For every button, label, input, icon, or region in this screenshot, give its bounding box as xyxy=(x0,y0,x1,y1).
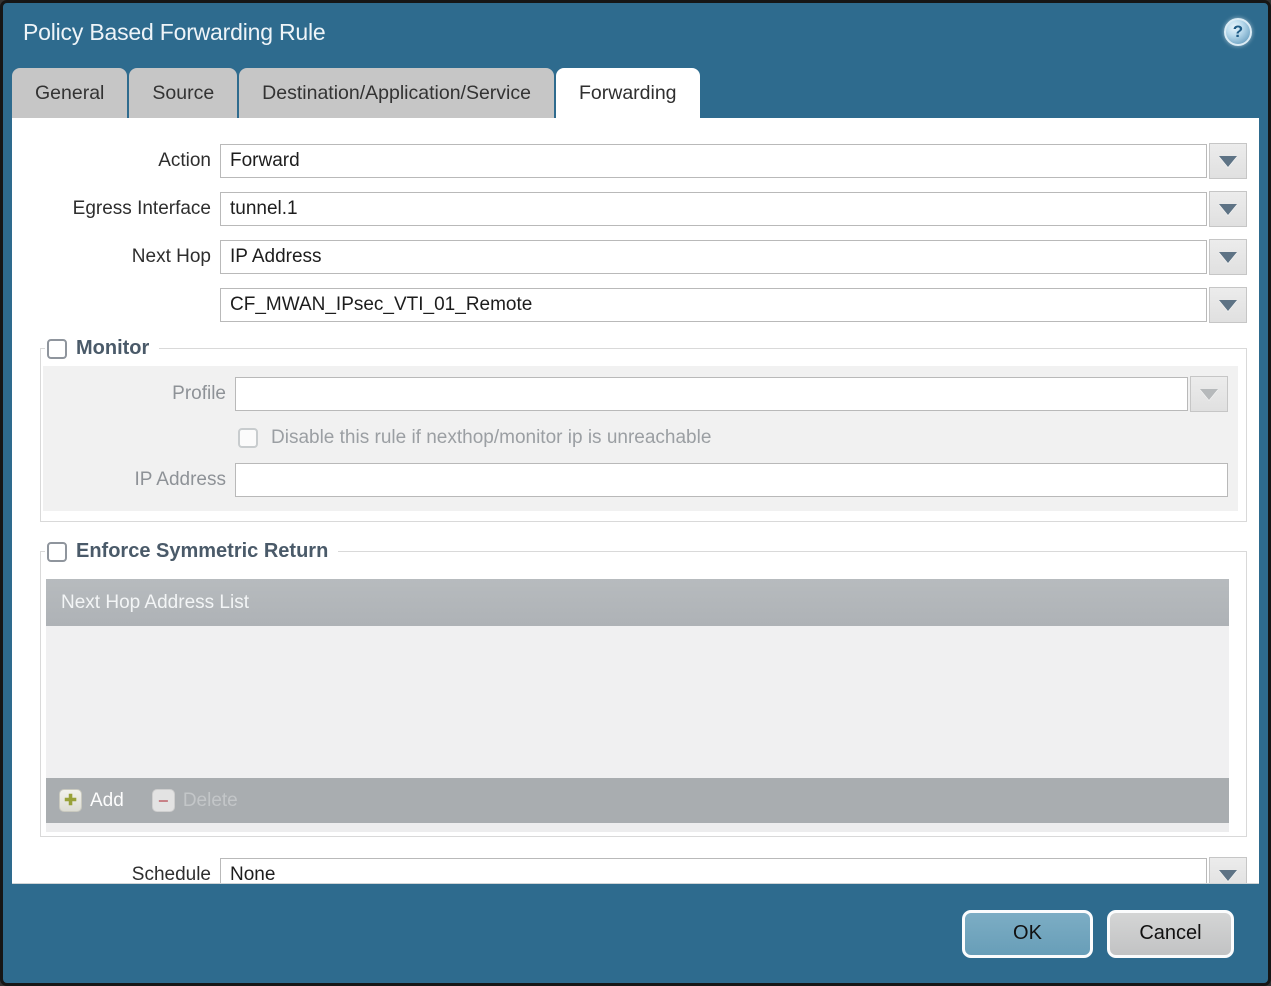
policy-based-forwarding-rule-dialog: Policy Based Forwarding Rule ? General S… xyxy=(0,0,1271,986)
next-hop-address-dropdown-button[interactable] xyxy=(1209,287,1247,323)
next-hop-address-input[interactable] xyxy=(220,288,1207,322)
disable-rule-label: Disable this rule if nexthop/monitor ip … xyxy=(271,427,712,448)
chevron-down-icon xyxy=(1219,155,1237,167)
next-hop-combo xyxy=(220,239,1247,275)
minus-icon: − xyxy=(151,789,175,812)
monitor-panel: Profile Disable this rule if nexthop/mon… xyxy=(43,366,1238,511)
action-dropdown-button[interactable] xyxy=(1209,143,1247,179)
egress-interface-label: Egress Interface xyxy=(72,198,211,219)
chevron-down-icon xyxy=(1219,299,1237,311)
egress-interface-combo xyxy=(220,191,1247,227)
delete-button-label: Delete xyxy=(182,789,238,811)
next-hop-address-combo xyxy=(220,287,1247,323)
add-button-label: Add xyxy=(90,789,124,811)
schedule-dropdown-button[interactable] xyxy=(1209,857,1247,883)
enforce-symmetric-return-legend: Enforce Symmetric Return xyxy=(45,540,338,563)
action-input[interactable] xyxy=(220,144,1207,178)
disable-rule-row: Disable this rule if nexthop/monitor ip … xyxy=(238,427,1228,449)
monitor-ip-address-row: IP Address xyxy=(43,463,1228,497)
help-glyph: ? xyxy=(1232,22,1244,41)
action-combo xyxy=(220,143,1247,179)
tab-forwarding[interactable]: Forwarding xyxy=(555,68,700,118)
dialog-title: Policy Based Forwarding Rule xyxy=(23,19,326,45)
chevron-down-icon xyxy=(1219,251,1237,263)
add-button[interactable]: ✚ Add xyxy=(59,789,124,812)
table-scrollbar-track xyxy=(46,823,1229,832)
next-hop-address-list-header: Next Hop Address List xyxy=(46,579,1229,626)
schedule-label: Schedule xyxy=(131,864,211,884)
enforce-symmetric-return-fieldset: Enforce Symmetric Return Next Hop Addres… xyxy=(40,540,1247,837)
action-label: Action xyxy=(158,150,211,171)
profile-row: Profile xyxy=(43,376,1228,412)
action-row: Action xyxy=(12,143,1247,179)
monitor-legend: Monitor xyxy=(45,337,159,360)
next-hop-dropdown-button[interactable] xyxy=(1209,239,1247,275)
egress-interface-input[interactable] xyxy=(220,192,1207,226)
ok-button[interactable]: OK xyxy=(962,909,1093,958)
monitor-ip-address-combo xyxy=(235,463,1228,497)
profile-dropdown-button xyxy=(1190,376,1228,412)
monitor-ip-address-label: IP Address xyxy=(134,469,226,490)
chevron-down-icon xyxy=(1200,388,1218,400)
egress-interface-dropdown-button[interactable] xyxy=(1209,191,1247,227)
dialog-titlebar: Policy Based Forwarding Rule ? xyxy=(3,3,1268,62)
next-hop-address-list-table: Next Hop Address List ✚ Add − Delete xyxy=(46,579,1229,823)
tab-destination-application-service[interactable]: Destination/Application/Service xyxy=(239,68,554,118)
monitor-checkbox[interactable] xyxy=(47,338,67,359)
next-hop-row: Next Hop xyxy=(12,239,1247,275)
chevron-down-icon xyxy=(1219,869,1237,881)
enforce-symmetric-return-checkbox[interactable] xyxy=(47,541,67,562)
profile-input xyxy=(235,377,1188,411)
schedule-row: Schedule xyxy=(12,857,1247,884)
help-icon[interactable]: ? xyxy=(1224,18,1252,46)
schedule-input[interactable] xyxy=(220,858,1207,883)
next-hop-type-input[interactable] xyxy=(220,240,1207,274)
schedule-combo xyxy=(220,857,1247,883)
next-hop-label: Next Hop xyxy=(131,246,211,267)
tab-source[interactable]: Source xyxy=(129,68,238,118)
tab-bar: General Source Destination/Application/S… xyxy=(3,62,1268,118)
enforce-symmetric-return-legend-label: Enforce Symmetric Return xyxy=(76,540,329,562)
egress-interface-row: Egress Interface xyxy=(12,191,1247,227)
disable-rule-checkbox xyxy=(238,428,258,448)
monitor-legend-label: Monitor xyxy=(76,337,150,359)
cancel-button[interactable]: Cancel xyxy=(1107,909,1234,958)
monitor-fieldset: Monitor Profile Disable this rule if nex… xyxy=(40,337,1247,522)
tab-content-forwarding: Action Egress Interface Next Hop xyxy=(12,118,1259,884)
plus-icon: ✚ xyxy=(59,789,82,812)
next-hop-address-list-body[interactable] xyxy=(46,626,1229,778)
next-hop-address-list-footer: ✚ Add − Delete xyxy=(46,778,1229,823)
profile-label: Profile xyxy=(172,383,226,404)
chevron-down-icon xyxy=(1219,203,1237,215)
next-hop-address-row xyxy=(12,287,1247,323)
monitor-ip-address-input xyxy=(235,463,1228,497)
delete-button: − Delete xyxy=(151,789,238,812)
profile-combo xyxy=(235,376,1228,412)
dialog-footer: OK Cancel xyxy=(3,884,1268,983)
tab-general[interactable]: General xyxy=(12,68,128,118)
